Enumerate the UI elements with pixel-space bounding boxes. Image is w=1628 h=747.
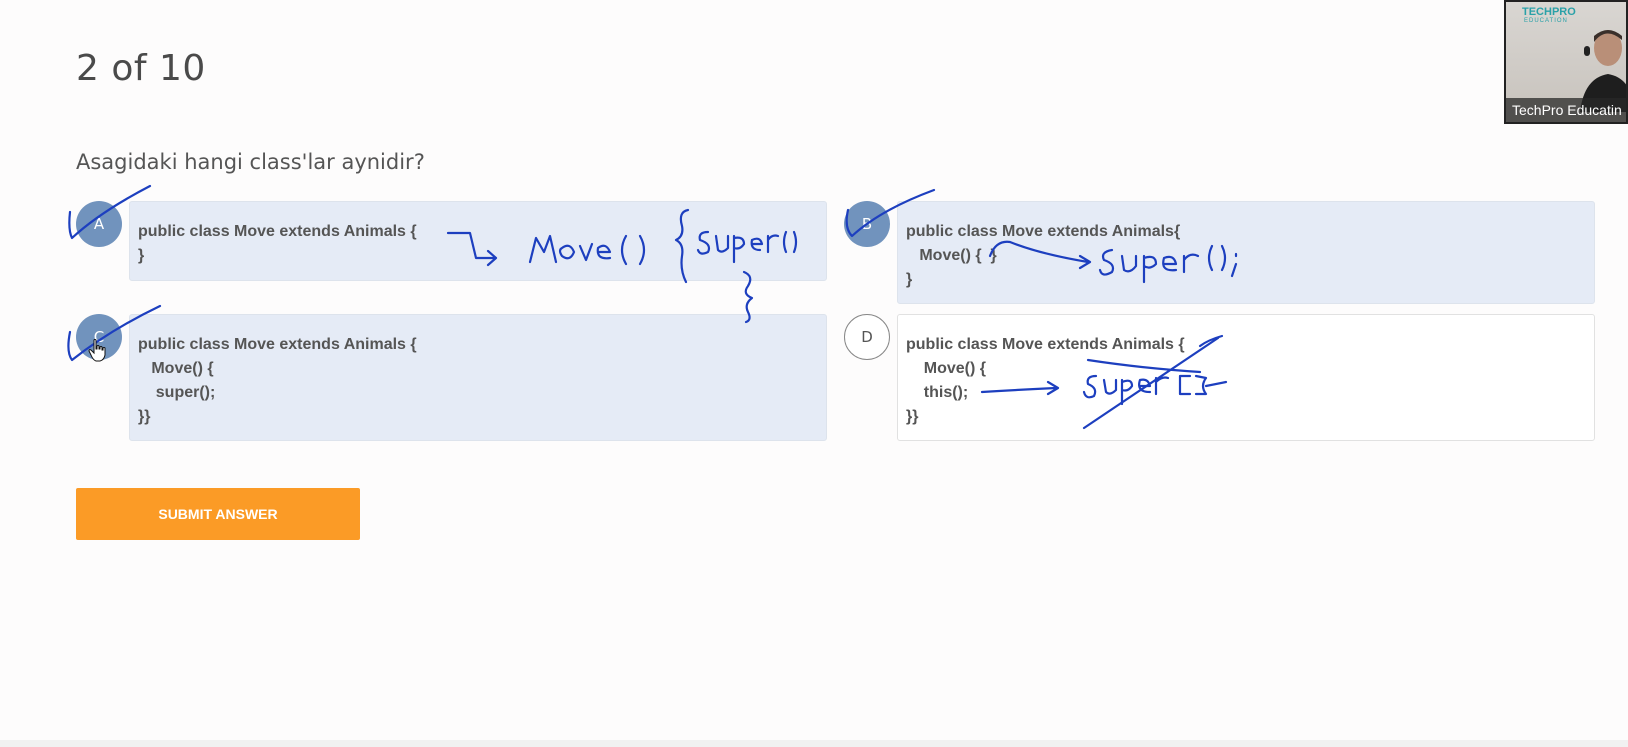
submit-answer-button[interactable]: SUBMIT ANSWER bbox=[76, 488, 360, 540]
bottom-divider bbox=[0, 740, 1628, 747]
techpro-logo: TECHPRO bbox=[1522, 6, 1576, 18]
option-d-badge[interactable]: D bbox=[844, 314, 890, 360]
option-a-code: public class Move extends Animals { } bbox=[138, 223, 417, 264]
techpro-logo-subtitle: EDUCATION bbox=[1524, 18, 1568, 24]
quiz-page: 2 of 10 Asagidaki hangi class'lar aynidi… bbox=[0, 0, 1628, 747]
option-c-card[interactable]: public class Move extends Animals { Move… bbox=[129, 314, 827, 441]
option-b-code: public class Move extends Animals{ Move(… bbox=[906, 223, 1181, 288]
option-b-letter: B bbox=[861, 215, 873, 233]
webcam-video-thumbnail[interactable]: TECHPRO EDUCATION TechPro Educatin bbox=[1504, 0, 1628, 124]
option-d-code: public class Move extends Animals { Move… bbox=[906, 336, 1185, 425]
hand-cursor-icon bbox=[88, 339, 106, 362]
option-d-card[interactable]: public class Move extends Animals { Move… bbox=[897, 314, 1595, 441]
option-a-badge[interactable]: A bbox=[76, 201, 122, 247]
option-b-card[interactable]: public class Move extends Animals{ Move(… bbox=[897, 201, 1595, 304]
option-b-badge[interactable]: B bbox=[844, 201, 890, 247]
option-d-letter: D bbox=[861, 328, 873, 346]
question-text: Asagidaki hangi class'lar aynidir? bbox=[76, 150, 425, 174]
option-c-code: public class Move extends Animals { Move… bbox=[138, 336, 417, 425]
option-a-letter: A bbox=[93, 215, 105, 233]
participant-name-label: TechPro Educatin bbox=[1506, 98, 1626, 122]
question-counter: 2 of 10 bbox=[76, 48, 206, 89]
option-a-card[interactable]: public class Move extends Animals { } bbox=[129, 201, 827, 281]
